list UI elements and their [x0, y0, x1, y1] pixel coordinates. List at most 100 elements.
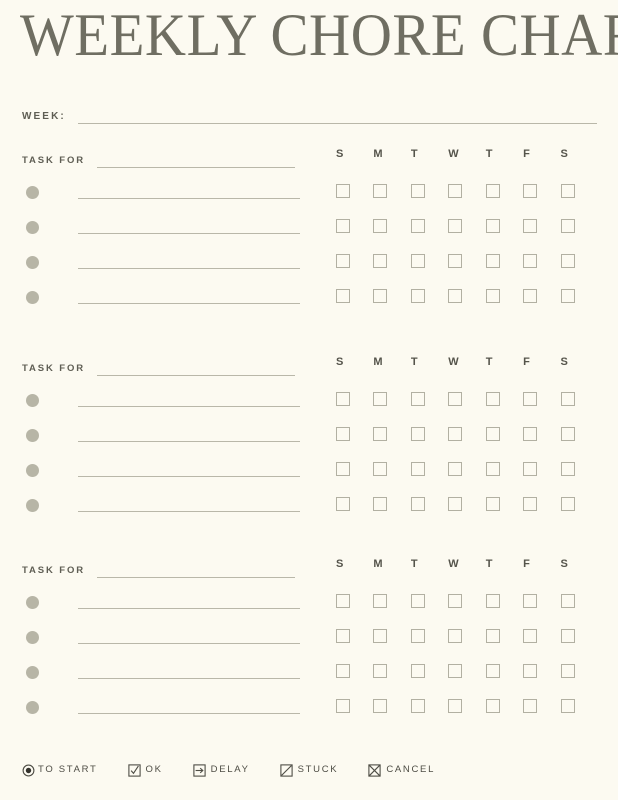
assignee-input-line[interactable] — [97, 167, 296, 168]
day-checkbox[interactable] — [336, 462, 350, 476]
day-checkbox[interactable] — [485, 594, 500, 608]
day-checkbox[interactable] — [523, 289, 538, 303]
day-checkbox[interactable] — [410, 184, 425, 198]
day-checkbox[interactable] — [373, 664, 388, 678]
day-checkbox[interactable] — [336, 594, 350, 608]
day-checkbox[interactable] — [560, 184, 575, 198]
day-checkbox[interactable] — [410, 392, 425, 406]
day-checkbox[interactable] — [410, 699, 425, 713]
day-checkbox[interactable] — [485, 219, 500, 233]
day-checkbox[interactable] — [560, 594, 575, 608]
day-checkbox[interactable] — [560, 699, 575, 713]
legend-item[interactable]: DELAY — [193, 763, 250, 777]
day-checkbox[interactable] — [410, 254, 425, 268]
task-input-line[interactable] — [78, 441, 300, 442]
legend-item[interactable]: CANCEL — [368, 763, 435, 777]
task-input-line[interactable] — [78, 643, 300, 644]
day-checkbox[interactable] — [485, 254, 500, 268]
day-checkbox[interactable] — [410, 497, 425, 511]
day-checkbox[interactable] — [448, 497, 463, 511]
day-checkbox[interactable] — [523, 629, 538, 643]
day-checkbox[interactable] — [485, 699, 500, 713]
task-input-line[interactable] — [78, 608, 300, 609]
day-checkbox[interactable] — [560, 427, 575, 441]
day-checkbox[interactable] — [410, 427, 425, 441]
day-checkbox[interactable] — [485, 462, 500, 476]
day-checkbox[interactable] — [523, 497, 538, 511]
day-checkbox[interactable] — [485, 427, 500, 441]
day-checkbox[interactable] — [485, 664, 500, 678]
day-checkbox[interactable] — [336, 699, 350, 713]
day-checkbox[interactable] — [560, 254, 575, 268]
day-checkbox[interactable] — [373, 594, 388, 608]
day-checkbox[interactable] — [448, 664, 463, 678]
day-checkbox[interactable] — [373, 629, 388, 643]
legend-item[interactable]: STUCK — [279, 763, 339, 777]
day-checkbox[interactable] — [373, 699, 388, 713]
day-checkbox[interactable] — [485, 392, 500, 406]
day-checkbox[interactable] — [336, 392, 350, 406]
day-checkbox[interactable] — [336, 254, 350, 268]
day-checkbox[interactable] — [336, 219, 350, 233]
day-checkbox[interactable] — [523, 594, 538, 608]
day-checkbox[interactable] — [448, 427, 463, 441]
day-checkbox[interactable] — [523, 219, 538, 233]
day-checkbox[interactable] — [336, 427, 350, 441]
day-checkbox[interactable] — [373, 219, 388, 233]
task-input-line[interactable] — [78, 406, 300, 407]
legend-item[interactable]: OK — [127, 763, 163, 777]
day-checkbox[interactable] — [336, 289, 350, 303]
task-input-line[interactable] — [78, 233, 300, 234]
day-checkbox[interactable] — [410, 629, 425, 643]
day-checkbox[interactable] — [410, 462, 425, 476]
day-checkbox[interactable] — [336, 497, 350, 511]
day-checkbox[interactable] — [523, 254, 538, 268]
day-checkbox[interactable] — [336, 629, 350, 643]
day-checkbox[interactable] — [373, 289, 388, 303]
day-checkbox[interactable] — [448, 594, 463, 608]
day-checkbox[interactable] — [560, 219, 575, 233]
day-checkbox[interactable] — [448, 254, 463, 268]
day-checkbox[interactable] — [448, 392, 463, 406]
day-checkbox[interactable] — [410, 664, 425, 678]
day-checkbox[interactable] — [523, 699, 538, 713]
day-checkbox[interactable] — [448, 462, 463, 476]
day-checkbox[interactable] — [336, 184, 350, 198]
task-input-line[interactable] — [78, 678, 300, 679]
day-checkbox[interactable] — [523, 392, 538, 406]
day-checkbox[interactable] — [523, 427, 538, 441]
day-checkbox[interactable] — [373, 497, 388, 511]
day-checkbox[interactable] — [560, 392, 575, 406]
assignee-input-line[interactable] — [97, 375, 296, 376]
task-input-line[interactable] — [78, 511, 300, 512]
day-checkbox[interactable] — [448, 219, 463, 233]
day-checkbox[interactable] — [560, 462, 575, 476]
day-checkbox[interactable] — [448, 629, 463, 643]
day-checkbox[interactable] — [448, 699, 463, 713]
day-checkbox[interactable] — [560, 664, 575, 678]
day-checkbox[interactable] — [560, 497, 575, 511]
day-checkbox[interactable] — [485, 497, 500, 511]
task-input-line[interactable] — [78, 713, 300, 714]
day-checkbox[interactable] — [523, 462, 538, 476]
assignee-input-line[interactable] — [97, 577, 296, 578]
day-checkbox[interactable] — [485, 184, 500, 198]
day-checkbox[interactable] — [560, 629, 575, 643]
day-checkbox[interactable] — [373, 184, 388, 198]
week-input-line[interactable] — [77, 123, 597, 124]
day-checkbox[interactable] — [373, 254, 388, 268]
day-checkbox[interactable] — [485, 289, 500, 303]
day-checkbox[interactable] — [336, 664, 350, 678]
task-input-line[interactable] — [78, 198, 300, 199]
day-checkbox[interactable] — [373, 462, 388, 476]
day-checkbox[interactable] — [373, 427, 388, 441]
task-input-line[interactable] — [78, 268, 300, 269]
day-checkbox[interactable] — [410, 289, 425, 303]
day-checkbox[interactable] — [373, 392, 388, 406]
task-input-line[interactable] — [78, 303, 300, 304]
legend-item[interactable]: TO START — [22, 764, 98, 777]
day-checkbox[interactable] — [448, 289, 463, 303]
day-checkbox[interactable] — [523, 664, 538, 678]
day-checkbox[interactable] — [448, 184, 463, 198]
day-checkbox[interactable] — [523, 184, 538, 198]
